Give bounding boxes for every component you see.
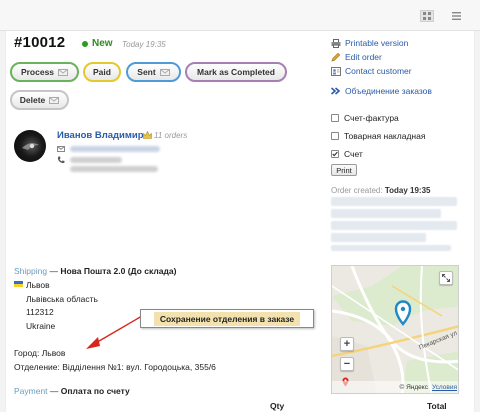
customer-email-row — [57, 146, 160, 152]
address-country: Ukraine — [26, 321, 56, 331]
crown-icon — [143, 131, 152, 139]
map-zoom-out-button[interactable]: − — [340, 357, 354, 371]
customer-orders-count: 11 orders — [154, 131, 188, 140]
shipping-row: Shipping — Нова Пошта 2.0 (До склада) — [14, 266, 176, 276]
edit-order-link[interactable]: Edit order — [331, 52, 382, 62]
map-tiles — [332, 266, 458, 393]
contact-customer-link[interactable]: Contact customer — [331, 66, 412, 76]
toolbar — [0, 0, 480, 31]
envelope-icon — [159, 68, 170, 76]
minus-icon: − — [343, 358, 351, 370]
redacted-info-block — [331, 221, 457, 230]
shipping-city: Город: Львов — [14, 348, 66, 358]
mail-icon — [57, 146, 65, 152]
contact-customer-label: Contact customer — [345, 66, 412, 76]
order-status: New — [82, 38, 113, 49]
edit-order-label: Edit order — [345, 52, 382, 62]
map-terms-link[interactable]: Условия — [432, 384, 457, 391]
customer-phone-redacted — [70, 157, 122, 163]
column-qty: Qty — [270, 401, 285, 411]
order-created-label: Order created: — [331, 186, 383, 195]
payment-method: Оплата по счету — [60, 386, 130, 396]
shipping-branch: Отделение: Відділення №1: вул. Городоцьк… — [14, 362, 216, 372]
checkmark-icon — [332, 151, 338, 157]
merge-arrow-icon — [331, 87, 341, 95]
phone-icon — [57, 156, 65, 164]
paid-label: Paid — [93, 67, 111, 77]
sent-button[interactable]: Sent — [126, 62, 181, 82]
list-view-button[interactable] — [449, 10, 463, 22]
pencil-icon — [331, 52, 341, 62]
avatar-image — [22, 143, 39, 150]
printer-icon — [331, 38, 341, 48]
avatar — [14, 130, 46, 162]
invoice-doc-label: Счет-фактура — [344, 113, 399, 123]
process-button[interactable]: Process — [10, 62, 79, 82]
shipping-dash: — — [49, 266, 58, 276]
order-number: #10012 — [14, 34, 66, 51]
envelope-icon — [58, 68, 69, 76]
merge-orders-link[interactable]: Объединение заказов — [331, 86, 432, 96]
map-copyright: © Яндекс — [399, 383, 428, 391]
bill-doc-checkbox[interactable] — [331, 150, 339, 158]
callout-text: Сохранение отделения в заказе — [153, 311, 301, 326]
bill-doc-checkbox-row[interactable]: Счет — [331, 149, 363, 159]
sent-label: Sent — [137, 67, 156, 77]
payment-label: Payment — [14, 386, 48, 396]
paid-button[interactable]: Paid — [83, 62, 121, 82]
shipping-method: Нова Пошта 2.0 (До склада) — [60, 266, 177, 276]
redacted-info-block — [331, 209, 441, 218]
completed-label: Mark as Completed — [197, 67, 275, 77]
order-created: Order created: Today 19:35 — [331, 186, 430, 195]
merge-orders-label: Объединение заказов — [345, 86, 432, 96]
column-total: Total — [427, 401, 447, 411]
annotation-callout: Сохранение отделения в заказе — [140, 309, 314, 328]
redacted-info-block — [331, 233, 426, 242]
status-dot — [82, 40, 88, 47]
ukraine-flag-icon — [14, 281, 23, 287]
shipping-label: Shipping — [14, 266, 48, 276]
waybill-doc-checkbox[interactable] — [331, 132, 339, 140]
printable-version-link[interactable]: Printable version — [331, 38, 408, 48]
print-button[interactable]: Print — [331, 164, 357, 176]
redacted-info-block — [331, 197, 457, 206]
waybill-doc-checkbox-row[interactable]: Товарная накладная — [331, 131, 425, 141]
map-zoom-in-button[interactable]: + — [340, 337, 354, 351]
list-view-icon — [451, 12, 461, 20]
customer-email-redacted — [70, 146, 160, 152]
order-time: Today 19:35 — [122, 40, 166, 49]
delete-label: Delete — [19, 95, 46, 105]
payment-dash: — — [49, 386, 59, 396]
map-widget[interactable]: + − Пекарская ул © Яндекс Условия — [331, 265, 459, 394]
delete-button[interactable]: Delete — [10, 90, 69, 110]
bill-doc-label: Счет — [344, 149, 363, 159]
plus-icon: + — [343, 338, 351, 350]
map-fullscreen-button[interactable] — [439, 271, 453, 285]
process-label: Process — [20, 67, 55, 77]
callout-arrow-icon — [86, 315, 143, 349]
redacted-info-block — [331, 245, 451, 251]
invoice-doc-checkbox[interactable] — [331, 114, 339, 122]
envelope-icon — [49, 96, 60, 104]
mark-completed-button[interactable]: Mark as Completed — [185, 62, 287, 82]
customer-name[interactable]: Иванов Владимир — [57, 130, 144, 141]
waybill-doc-label: Товарная накладная — [344, 131, 426, 141]
customer-extra-redacted — [70, 166, 158, 172]
address-region: Львівська область — [26, 294, 98, 304]
address-city: Львов — [26, 280, 50, 290]
grid-view-icon — [423, 12, 431, 20]
invoice-doc-checkbox-row[interactable]: Счет-фактура — [331, 113, 399, 123]
customer-phone-row — [57, 156, 122, 164]
address-zip: 112312 — [26, 307, 54, 317]
grid-view-button[interactable] — [420, 10, 434, 22]
status-label: New — [92, 38, 113, 49]
map-attribution: © Яндекс Условия — [332, 381, 458, 393]
payment-row: Payment — Оплата по счету — [14, 386, 130, 396]
order-created-value: Today 19:35 — [384, 186, 431, 195]
printable-version-label: Printable version — [345, 38, 409, 48]
contact-icon — [331, 66, 341, 76]
expand-icon — [442, 274, 450, 282]
